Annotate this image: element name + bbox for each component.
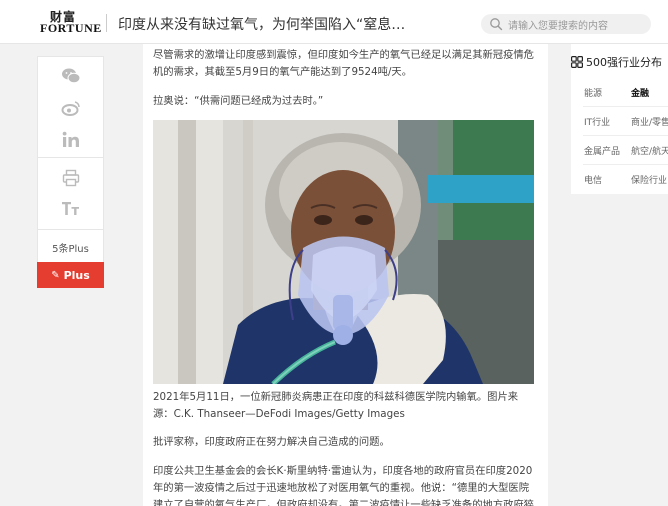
top-header: 财富 FORTUNE 印度从来没有缺过氧气，为何举国陷入“窒息… 请输入您要搜索…	[0, 0, 668, 44]
article-paragraph: 拉奥说：“供需问题已经成为过去时。”	[153, 95, 324, 107]
logo-english-text: FORTUNE	[40, 21, 102, 35]
article-paragraph: 批评家称，印度政府正在努力解决自己造成的问题。	[153, 436, 390, 448]
article-body: 尽管需求的激增让印度感到震惊，但印度如今生产的氧气已经足以满足其新冠疫情危机的需…	[143, 44, 548, 506]
industry-distribution-widget: 500强行业分布 能源 金融 IT行业 商业/零售 金属产品 航空/航天 电信 …	[571, 44, 668, 194]
patient-photo-illustration	[153, 120, 534, 384]
page-title: 印度从来没有缺过氧气，为何举国陷入“窒息…	[118, 17, 406, 33]
rail-divider	[38, 229, 103, 230]
grid-icon	[571, 56, 583, 68]
industry-item-metal[interactable]: 金属产品	[584, 144, 620, 157]
industry-divider	[583, 135, 668, 136]
linkedin-icon[interactable]	[60, 129, 82, 151]
edit-icon: ✎	[51, 269, 60, 281]
fortune-logo[interactable]: 财富 FORTUNE	[40, 8, 101, 36]
header-divider	[106, 14, 107, 32]
article-photo	[153, 120, 534, 384]
industry-item-aerospace[interactable]: 航空/航天	[631, 144, 668, 157]
print-icon[interactable]	[60, 167, 82, 189]
industry-divider	[583, 164, 668, 165]
plus-count[interactable]: 5条Plus	[38, 240, 103, 255]
search-box[interactable]: 请输入您要搜索的内容	[481, 14, 651, 34]
search-placeholder[interactable]: 请输入您要搜索的内容	[508, 17, 608, 32]
industry-item-it[interactable]: IT行业	[584, 115, 610, 128]
wechat-icon[interactable]	[60, 65, 82, 87]
weibo-icon[interactable]	[60, 97, 82, 119]
industry-item-retail[interactable]: 商业/零售	[631, 115, 668, 128]
font-size-icon[interactable]	[60, 197, 82, 219]
article-paragraph: 印度公共卫生基金会的会长K·斯里纳特·雷迪认为，印度各地的政府官员在印度2020…	[153, 465, 534, 506]
industry-item-finance[interactable]: 金融	[631, 86, 649, 99]
industry-item-insurance[interactable]: 保险行业	[631, 173, 667, 186]
industry-divider	[583, 106, 668, 107]
plus-button[interactable]: ✎ Plus	[37, 262, 104, 288]
photo-caption: 2021年5月11日，一位新冠肺炎病患正在印度的科兹科德医学院内输氧。图片来源：…	[153, 391, 519, 420]
rail-divider	[38, 157, 103, 158]
industry-item-energy[interactable]: 能源	[584, 86, 602, 99]
industry-widget-title: 500强行业分布	[586, 56, 662, 69]
search-icon[interactable]	[489, 17, 503, 31]
share-rail: 5条Plus ✎ Plus	[37, 56, 104, 288]
industry-item-telecom[interactable]: 电信	[584, 173, 602, 186]
article-paragraph: 尽管需求的激增让印度感到震惊，但印度如今生产的氧气已经足以满足其新冠疫情危机的需…	[153, 49, 534, 78]
plus-button-label: Plus	[63, 268, 90, 282]
